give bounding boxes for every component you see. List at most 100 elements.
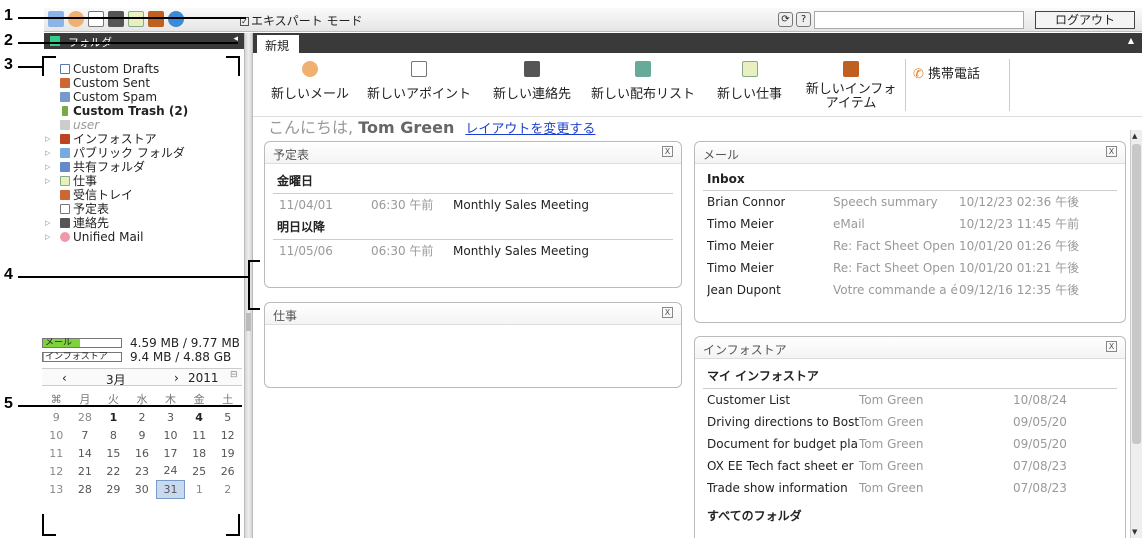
calendar-collapse-icon[interactable]: ⊟: [230, 370, 238, 380]
expand-icon[interactable]: ▷: [45, 216, 50, 230]
expand-icon[interactable]: ▷: [45, 132, 50, 146]
expand-icon[interactable]: ▷: [45, 160, 50, 174]
change-layout-link[interactable]: レイアウトを変更する: [465, 122, 595, 137]
calendar-day[interactable]: 5: [213, 408, 242, 426]
calendar-day[interactable]: 11: [185, 426, 214, 444]
mail-row[interactable]: Timo Meier Re: Fact Sheet Open 10/01/20 01…: [695, 257, 1125, 279]
calendar-day[interactable]: 24: [156, 462, 185, 480]
calendar-day[interactable]: 21: [71, 462, 100, 480]
expand-icon[interactable]: ▷: [45, 174, 50, 188]
folder-inbox[interactable]: 受信トレイ: [46, 188, 244, 202]
settings-gear-icon[interactable]: [168, 11, 184, 27]
calendar-day[interactable]: 8: [99, 426, 128, 444]
mail-row[interactable]: Brian Connor Speech summary 10/12/23 02:36…: [695, 191, 1125, 213]
folder-contacts[interactable]: ▷ 連絡先: [45, 216, 244, 230]
mail-row[interactable]: Timo Meier eMail 10/12/23 11:45 午前: [695, 213, 1125, 235]
calendar-day[interactable]: 3: [156, 408, 185, 426]
collapse-panel-icon[interactable]: ▲: [1128, 36, 1134, 45]
infostore-row[interactable]: OX EE Tech fact sheet er Tom Green 07/08/2…: [695, 455, 1125, 477]
new-mail-button[interactable]: 新しいメール: [271, 61, 349, 102]
week-number[interactable]: 12: [42, 462, 71, 480]
new-appointment-button[interactable]: 新しいアポイント: [367, 61, 471, 102]
tasks-icon[interactable]: [128, 11, 144, 27]
folder-custom-trash[interactable]: Custom Trash (2): [46, 104, 244, 118]
splitter-grip[interactable]: [246, 313, 251, 331]
help-button[interactable]: ?: [796, 12, 811, 27]
calendar-day[interactable]: 15: [99, 444, 128, 462]
search-input[interactable]: [814, 11, 1024, 29]
calendar-day[interactable]: 16: [128, 444, 157, 462]
new-folder-icon[interactable]: [50, 36, 60, 46]
mail-icon[interactable]: [68, 11, 84, 27]
new-infoitem-button[interactable]: 新しいインフォ アイテム: [801, 61, 901, 113]
folder-custom-spam[interactable]: Custom Spam: [46, 90, 244, 104]
folder-calendar[interactable]: 予定表: [46, 202, 244, 216]
expand-icon[interactable]: ▷: [45, 146, 50, 160]
calendar-day[interactable]: 28: [71, 408, 100, 426]
scroll-up-icon[interactable]: ▲: [1132, 132, 1137, 140]
calendar-day[interactable]: 4: [185, 408, 214, 426]
contacts-icon[interactable]: [108, 11, 124, 27]
calendar-day[interactable]: 22: [99, 462, 128, 480]
close-widget-button[interactable]: X: [1106, 341, 1117, 352]
next-year-button[interactable]: ›: [174, 371, 179, 385]
expand-icon[interactable]: ▷: [45, 230, 50, 244]
calendar-day[interactable]: 25: [185, 462, 214, 480]
scrollbar-thumb[interactable]: [1132, 144, 1141, 444]
home-icon[interactable]: [48, 11, 64, 27]
folder-public[interactable]: ▷ パブリック フォルダ: [45, 146, 244, 160]
calendar-day[interactable]: 9: [128, 426, 157, 444]
mail-row[interactable]: Jean Dupont Votre commande a é 09/12/16 12…: [695, 279, 1125, 301]
logout-button[interactable]: ログアウト: [1035, 11, 1135, 29]
main-scrollbar[interactable]: ▲ ▼: [1130, 130, 1142, 538]
folder-custom-sent[interactable]: Custom Sent: [46, 76, 244, 90]
expert-mode-toggle[interactable]: ✓ エキスパート モード: [240, 12, 362, 29]
close-widget-button[interactable]: X: [662, 146, 673, 157]
calendar-day[interactable]: 26: [213, 462, 242, 480]
calendar-icon[interactable]: [88, 11, 104, 27]
close-widget-button[interactable]: X: [1106, 146, 1117, 157]
calendar-day[interactable]: 30: [128, 480, 157, 498]
week-number[interactable]: 9: [42, 408, 71, 426]
folder-user[interactable]: user: [46, 118, 244, 132]
calendar-day[interactable]: 2: [128, 408, 157, 426]
calendar-day[interactable]: 1: [99, 408, 128, 426]
infostore-icon[interactable]: [148, 11, 164, 27]
calendar-day[interactable]: 10: [156, 426, 185, 444]
week-number[interactable]: 13: [42, 480, 71, 498]
calendar-day[interactable]: 23: [128, 462, 157, 480]
calendar-day[interactable]: 18: [185, 444, 214, 462]
week-number[interactable]: 11: [42, 444, 71, 462]
mail-row[interactable]: Timo Meier Re: Fact Sheet Open 10/01/20 01…: [695, 235, 1125, 257]
calendar-day[interactable]: 7: [71, 426, 100, 444]
new-contact-button[interactable]: 新しい連絡先: [493, 61, 571, 102]
mobile-phone-button[interactable]: ✆ 携帯電話: [913, 63, 980, 82]
new-distribution-list-button[interactable]: 新しい配布リスト: [591, 61, 695, 102]
scroll-down-icon[interactable]: ▼: [1132, 528, 1137, 536]
folder-custom-drafts[interactable]: Custom Drafts: [46, 62, 244, 76]
calendar-day[interactable]: 28: [71, 480, 100, 498]
folder-unified-mail[interactable]: ▷ Unified Mail: [45, 230, 244, 244]
new-task-button[interactable]: 新しい仕事: [717, 61, 782, 102]
tab-new[interactable]: 新規: [257, 35, 299, 53]
calendar-day[interactable]: 29: [99, 480, 128, 498]
appointment-row[interactable]: 11/05/06 06:30 午前 Monthly Sales Meeting: [265, 240, 681, 262]
calendar-day[interactable]: 12: [213, 426, 242, 444]
calendar-day[interactable]: 1: [185, 480, 214, 498]
calendar-day[interactable]: 19: [213, 444, 242, 462]
appointment-row[interactable]: 11/04/01 06:30 午前 Monthly Sales Meeting: [265, 194, 681, 216]
folder-shared[interactable]: ▷ 共有フォルダ: [45, 160, 244, 174]
prev-month-button[interactable]: ‹: [62, 371, 67, 385]
folder-infostore[interactable]: ▷ インフォストア: [45, 132, 244, 146]
week-number[interactable]: 10: [42, 426, 71, 444]
refresh-button[interactable]: ⟳: [778, 12, 793, 27]
calendar-day[interactable]: 17: [156, 444, 185, 462]
infostore-row[interactable]: Document for budget plan Tom Green 09/05/2…: [695, 433, 1125, 455]
calendar-day[interactable]: 14: [71, 444, 100, 462]
calendar-day[interactable]: 2: [213, 480, 242, 498]
infostore-row[interactable]: Driving directions to Bost Tom Green 09/05…: [695, 411, 1125, 433]
folder-tasks[interactable]: ▷ 仕事: [45, 174, 244, 188]
close-widget-button[interactable]: X: [662, 307, 673, 318]
infostore-row[interactable]: Trade show information Tom Green 07/08/23: [695, 477, 1125, 499]
calendar-day-today[interactable]: 31: [155, 479, 186, 499]
